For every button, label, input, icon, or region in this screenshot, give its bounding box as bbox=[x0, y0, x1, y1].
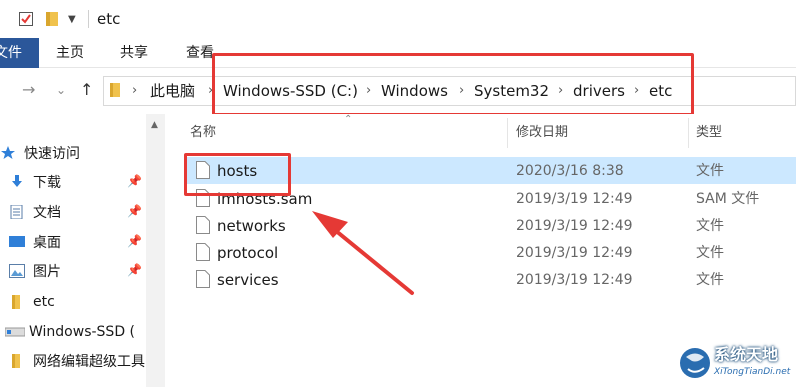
watermark-subtitle: XiTongTianDi.net bbox=[714, 367, 791, 377]
watermark-logo: 系统天地 XiTongTianDi.net bbox=[676, 340, 796, 387]
watermark-title: 系统天地 bbox=[714, 345, 779, 364]
annotation-arrow bbox=[312, 211, 414, 295]
globe-logo-icon bbox=[680, 348, 710, 378]
